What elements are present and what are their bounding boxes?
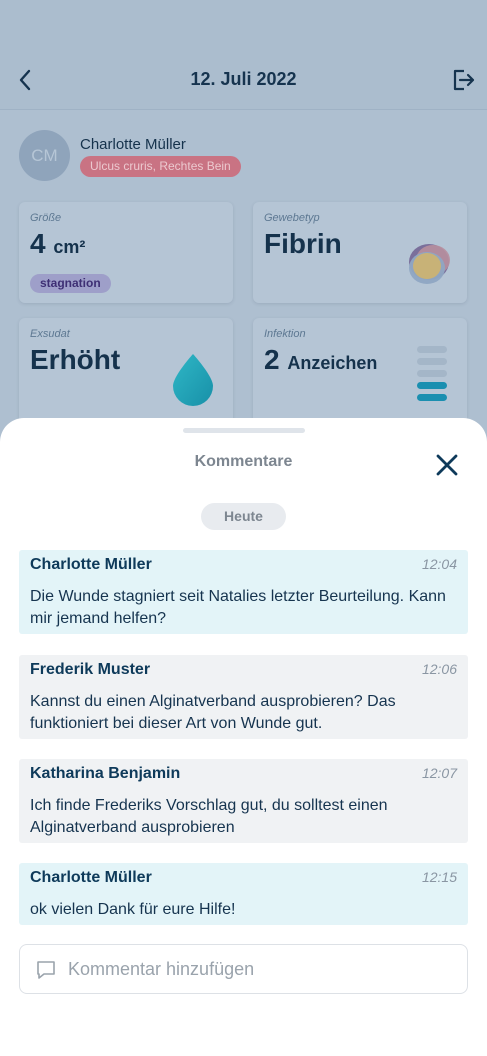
size-unit: cm²: [53, 237, 86, 257]
sheet-title: Kommentare: [194, 453, 293, 470]
comments-sheet: Kommentare Heute Charlotte Müller 12:04 D…: [0, 418, 487, 1056]
avatar: CM: [19, 130, 70, 181]
size-card[interactable]: Größe 4 cm² stagnation: [19, 202, 233, 303]
avatar-initials: CM: [31, 145, 58, 165]
level-bar-empty: [417, 370, 447, 377]
infection-label: Infektion: [264, 328, 306, 340]
comment-icon: [37, 961, 55, 979]
comment-text: ok vielen Dank für eure Hilfe!: [30, 901, 236, 918]
comment-time: 12:06: [421, 661, 457, 677]
exudate-card[interactable]: Exsudat Erhöht: [19, 318, 233, 428]
infection-unit: Anzeichen: [287, 353, 378, 373]
infection-value: 2 Anzeichen: [264, 344, 377, 376]
status-badge: stagnation: [30, 274, 111, 293]
tissue-label: Gewebetyp: [264, 212, 320, 224]
close-icon: [436, 454, 458, 476]
comment-author: Frederik Muster: [30, 661, 151, 678]
level-bar-empty: [417, 358, 447, 365]
comment-time: 12:04: [421, 556, 457, 572]
level-bar-filled: [417, 382, 447, 389]
patient-name: Charlotte Müller: [80, 136, 186, 153]
size-value: 4 cm²: [30, 228, 85, 260]
comment-time: 12:07: [421, 765, 457, 781]
size-number: 4: [30, 228, 46, 259]
level-bar-empty: [417, 346, 447, 353]
comment-author: Katharina Benjamin: [30, 765, 181, 782]
tissue-card[interactable]: Gewebetyp Fibrin: [253, 202, 467, 303]
tissue-value: Fibrin: [264, 228, 342, 259]
comment-time: 12:15: [421, 869, 457, 885]
exudate-label: Exsudat: [30, 328, 70, 340]
day-separator: Heute: [201, 503, 286, 530]
sheet-drag-handle[interactable]: [183, 428, 305, 433]
comment-text: Die Wunde stagniert seit Natalies letzte…: [30, 588, 446, 627]
top-bar: 12. Juli 2022: [0, 0, 487, 110]
close-button[interactable]: [432, 450, 462, 480]
tissue-blob-icon: [409, 244, 450, 284]
comment-item: Charlotte Müller 12:15 ok vielen Dank für…: [19, 863, 468, 925]
size-label: Größe: [30, 212, 62, 224]
comment-text: Ich finde Frederiks Vorschlag gut, du so…: [30, 797, 388, 836]
comment-author: Charlotte Müller: [30, 869, 152, 886]
comment-item: Frederik Muster 12:06 Kannst du einen Alg…: [19, 655, 468, 739]
comment-item: Charlotte Müller 12:04 Die Wunde stagnier…: [19, 550, 468, 634]
export-button[interactable]: [449, 66, 477, 94]
comment-input[interactable]: [68, 953, 458, 986]
level-bar-filled: [417, 394, 447, 401]
comment-input-box[interactable]: [19, 944, 468, 994]
infection-number: 2: [264, 344, 280, 375]
comment-author: Charlotte Müller: [30, 556, 152, 573]
comment-text: Kannst du einen Alginatverband ausprobie…: [30, 693, 396, 732]
droplet-icon: [173, 354, 213, 406]
exudate-value: Erhöht: [30, 344, 121, 375]
page-title: 12. Juli 2022: [190, 69, 297, 89]
level-bars-icon: [417, 346, 447, 401]
diagnosis-badge: Ulcus cruris, Rechtes Bein: [80, 156, 241, 177]
export-icon: [453, 69, 475, 91]
infection-card[interactable]: Infektion 2 Anzeichen: [253, 318, 467, 428]
comment-item: Katharina Benjamin 12:07 Ich finde Freder…: [19, 759, 468, 843]
